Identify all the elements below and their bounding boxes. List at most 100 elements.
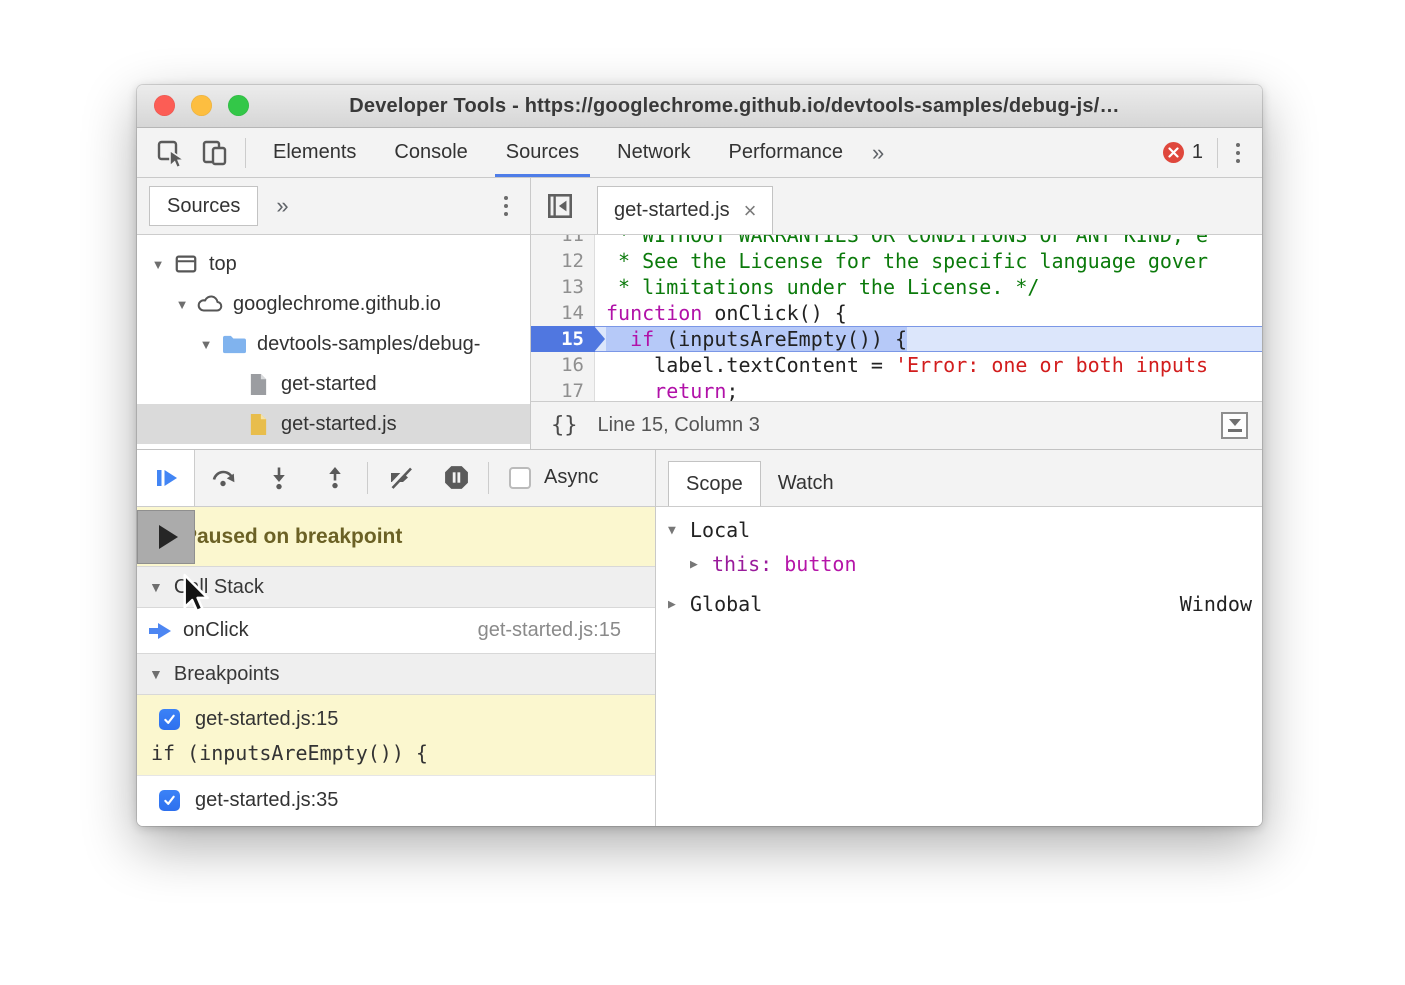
step-out-button[interactable] [307, 450, 363, 506]
window-title: Developer Tools - https://googlechrome.g… [279, 95, 1119, 118]
more-panels-chevron-icon[interactable]: » [862, 140, 894, 166]
scope-content: ▼Local▶this: button▶GlobalWindow [656, 507, 1262, 621]
minimize-window-button[interactable] [191, 95, 212, 116]
current-frame-arrow-icon [147, 621, 173, 641]
tab-elements[interactable]: Elements [254, 128, 375, 177]
scope-token [772, 552, 784, 576]
line-number[interactable]: 13 [531, 274, 595, 300]
window-titlebar: Developer Tools - https://googlechrome.g… [137, 85, 1262, 128]
tab-scope[interactable]: Scope [668, 461, 761, 506]
execution-range: if (inputsAreEmpty()) { [606, 327, 907, 351]
navigator-tab-sources[interactable]: Sources [149, 186, 258, 226]
breakpoint-row: get-started.js:35 [151, 784, 645, 816]
zoom-window-button[interactable] [228, 95, 249, 116]
tree-item-get-started-js[interactable]: get-started.js [137, 404, 530, 444]
debugger-toolbar: Async [137, 450, 655, 507]
close-tab-icon[interactable]: × [744, 200, 757, 222]
code-line[interactable]: 11 * WITHOUT WARRANTIES OR CONDITIONS OF… [531, 235, 1262, 248]
code-editor[interactable]: 11 * WITHOUT WARRANTIES OR CONDITIONS OF… [531, 235, 1262, 401]
pretty-print-icon[interactable]: {} [551, 413, 578, 438]
call-stack-header[interactable]: ▼ Call Stack [137, 566, 655, 608]
expand-triangle-icon[interactable]: ▼ [668, 523, 690, 538]
call-stack-frame[interactable]: onClickget-started.js:15 [137, 608, 655, 653]
paused-on-breakpoint-banner: Paused on breakpoint [137, 507, 655, 567]
code-line[interactable]: 17 return; [531, 378, 1262, 401]
hide-navigator-icon[interactable] [545, 191, 575, 221]
scope-entry[interactable]: ▶this: button [656, 547, 1262, 581]
breakpoint-checkbox[interactable] [159, 709, 180, 730]
step-into-button[interactable] [251, 450, 307, 506]
collapse-triangle-icon[interactable]: ▶ [690, 557, 712, 572]
tree-item-label: devtools-samples/debug- [257, 333, 480, 356]
code-line[interactable]: 12 * See the License for the specific la… [531, 248, 1262, 274]
cursor-position: Line 15, Column 3 [598, 414, 760, 437]
breakpoint-entry[interactable]: get-started.js:35 [137, 776, 655, 826]
cloud-icon [195, 292, 225, 316]
breakpoint-checkbox[interactable] [159, 790, 180, 811]
navigator-header: Sources » [137, 178, 530, 235]
collapse-triangle-icon: ▼ [149, 579, 163, 595]
line-number[interactable]: 16 [531, 352, 595, 378]
navigator-menu-icon[interactable] [494, 196, 518, 216]
expand-triangle-icon[interactable]: ▼ [145, 257, 171, 272]
line-number[interactable]: 14 [531, 300, 595, 326]
paused-message: Paused on breakpoint [183, 525, 402, 549]
async-checkbox[interactable]: Async [509, 466, 598, 489]
breakpoint-location: get-started.js:35 [195, 789, 338, 812]
pause-on-exceptions-button[interactable] [428, 450, 484, 506]
scope-value-right: Window [1180, 592, 1252, 616]
tree-item-label: top [209, 253, 237, 276]
navigator-more-tabs-chevron-icon[interactable]: » [276, 193, 288, 219]
tree-item-get-started[interactable]: get-started [137, 364, 530, 404]
collapse-triangle-icon[interactable]: ▶ [668, 597, 690, 612]
error-icon [1163, 142, 1184, 163]
line-number[interactable]: 12 [531, 248, 595, 274]
tab-sources[interactable]: Sources [487, 128, 598, 177]
step-over-button[interactable] [195, 450, 251, 506]
toolbar-divider [367, 462, 368, 494]
tree-item-label: get-started.js [281, 413, 397, 436]
scope-token: Global [690, 592, 762, 616]
close-window-button[interactable] [154, 95, 175, 116]
frame-function-name: onClick [183, 619, 249, 642]
page-overlay-resume-button[interactable] [137, 510, 195, 564]
editor-tab-get-started-js[interactable]: get-started.js × [597, 186, 773, 234]
breakpoint-entry[interactable]: get-started.js:15if (inputsAreEmpty()) { [137, 695, 655, 776]
scope-token: Local [690, 518, 750, 542]
code-line[interactable]: 16 label.textContent = 'Error: one or bo… [531, 352, 1262, 378]
tree-item-devtools-samples-debug-[interactable]: ▼ devtools-samples/debug- [137, 324, 530, 364]
device-toolbar-icon[interactable] [198, 136, 232, 170]
expand-triangle-icon[interactable]: ▼ [169, 297, 195, 312]
tab-network[interactable]: Network [598, 128, 709, 177]
scope-entry[interactable]: ▶Global Window [656, 587, 1262, 621]
line-number[interactable]: 11 [531, 235, 595, 248]
line-number[interactable]: 17 [531, 378, 595, 401]
tab-performance[interactable]: Performance [710, 128, 863, 177]
tab-console[interactable]: Console [375, 128, 486, 177]
code-line[interactable]: 14function onClick() { [531, 300, 1262, 326]
file-tree: ▼ top ▼ googlechrome.github.io ▼ devtools-sam… [137, 235, 530, 449]
breakpoints-list: get-started.js:15if (inputsAreEmpty()) {… [137, 695, 655, 826]
tree-item-top[interactable]: ▼ top [137, 244, 530, 284]
error-count-badge[interactable]: 1 [1163, 141, 1203, 164]
tree-item-googlechrome-github-io[interactable]: ▼ googlechrome.github.io [137, 284, 530, 324]
customize-devtools-menu-icon[interactable] [1226, 143, 1250, 163]
code-line[interactable]: 13 * limitations under the License. */ [531, 274, 1262, 300]
inspect-element-icon[interactable] [154, 136, 188, 170]
toolbar-divider [1217, 138, 1218, 168]
tab-watch[interactable]: Watch [761, 461, 851, 506]
expand-triangle-icon[interactable]: ▼ [193, 337, 219, 352]
devtools-window: Developer Tools - https://googlechrome.g… [137, 85, 1262, 826]
deactivate-breakpoints-button[interactable] [372, 450, 428, 506]
resume-script-button[interactable] [137, 450, 195, 506]
breakpoint-execution-marker[interactable]: 15 [531, 326, 595, 352]
tree-item-label: googlechrome.github.io [233, 293, 441, 316]
editor-options-icon[interactable] [1221, 412, 1248, 439]
breakpoints-header[interactable]: ▼ Breakpoints [137, 653, 655, 695]
code-line-current[interactable]: 15 if (inputsAreEmpty()) { [531, 326, 1262, 352]
code-text: if (inputsAreEmpty()) { [595, 326, 907, 352]
sources-navigator-panel: Sources » ▼ top ▼ googlechrome.github.io ▼ de… [137, 178, 531, 449]
async-checkbox-box[interactable] [509, 467, 531, 489]
call-stack-list: onClickget-started.js:15 [137, 608, 655, 653]
scope-entry[interactable]: ▼Local [656, 513, 1262, 547]
